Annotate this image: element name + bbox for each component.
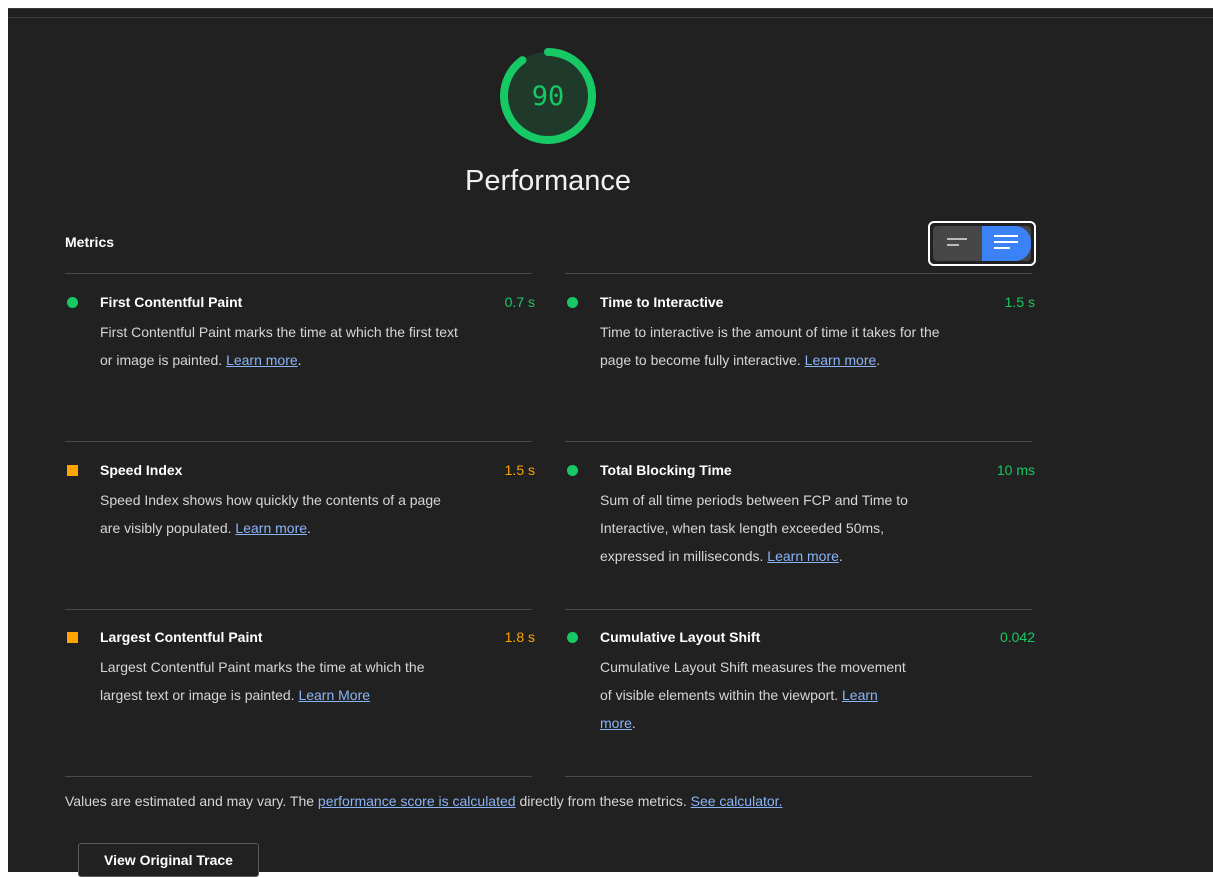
performance-gauge: 90: [496, 44, 600, 148]
average-icon: [67, 632, 78, 643]
metric-value: 1.8 s: [504, 629, 535, 645]
see-calculator-link[interactable]: See calculator.: [691, 793, 783, 809]
metric-description: Largest Contentful Paint marks the time …: [100, 659, 425, 703]
metric-description: First Contentful Paint marks the time at…: [100, 324, 458, 368]
footer-note: Values are estimated and may vary. The p…: [65, 793, 783, 809]
pass-icon: [567, 632, 578, 643]
metric-value: 1.5 s: [504, 462, 535, 478]
metric-value: 10 ms: [996, 462, 1035, 478]
learn-more-link[interactable]: Learn more: [226, 352, 298, 368]
divider: [65, 441, 532, 442]
metric-name: Speed Index: [100, 462, 183, 478]
expanded-view-icon: [994, 235, 1018, 237]
metric-description: Cumulative Layout Shift measures the mov…: [600, 659, 906, 731]
divider: [565, 273, 1032, 274]
pass-icon: [567, 465, 578, 476]
divider: [565, 441, 1032, 442]
metric-name: Cumulative Layout Shift: [600, 629, 761, 645]
metric-name: Time to Interactive: [600, 294, 724, 310]
score-calculated-link[interactable]: performance score is calculated: [318, 793, 516, 809]
average-icon: [67, 465, 78, 476]
learn-more-link[interactable]: Learn more: [235, 520, 307, 536]
metric-value: 0.7 s: [504, 294, 535, 310]
pass-icon: [567, 297, 578, 308]
divider: [565, 776, 1032, 777]
metric-name: Total Blocking Time: [600, 462, 732, 478]
pass-icon: [67, 297, 78, 308]
divider: [65, 273, 532, 274]
metric-name: Largest Contentful Paint: [100, 629, 263, 645]
expanded-view-button[interactable]: [982, 226, 1031, 261]
collapsed-view-button[interactable]: [933, 226, 982, 261]
metrics-heading: Metrics: [65, 234, 115, 250]
score-value: 90: [531, 80, 565, 112]
collapsed-view-icon: [947, 238, 967, 240]
metric-description: Time to interactive is the amount of tim…: [600, 324, 940, 368]
learn-more-link[interactable]: Learn more: [805, 352, 877, 368]
lighthouse-report: 90 Performance Metrics First Contentful …: [8, 8, 1213, 877]
divider: [65, 609, 532, 610]
metric-name: First Contentful Paint: [100, 294, 243, 310]
metric-value: 1.5 s: [1004, 294, 1035, 310]
top-divider: [8, 17, 1213, 18]
learn-more-link[interactable]: Learn more: [767, 548, 839, 564]
metrics-view-toggle[interactable]: [928, 221, 1036, 266]
divider: [565, 609, 1032, 610]
metric-value: 0.042: [999, 629, 1035, 645]
metric-description: Sum of all time periods between FCP and …: [600, 492, 908, 564]
learn-more-link[interactable]: Learn More: [298, 687, 370, 703]
divider: [65, 776, 532, 777]
gauge-title: Performance: [464, 165, 631, 197]
metric-description: Speed Index shows how quickly the conten…: [100, 492, 441, 536]
